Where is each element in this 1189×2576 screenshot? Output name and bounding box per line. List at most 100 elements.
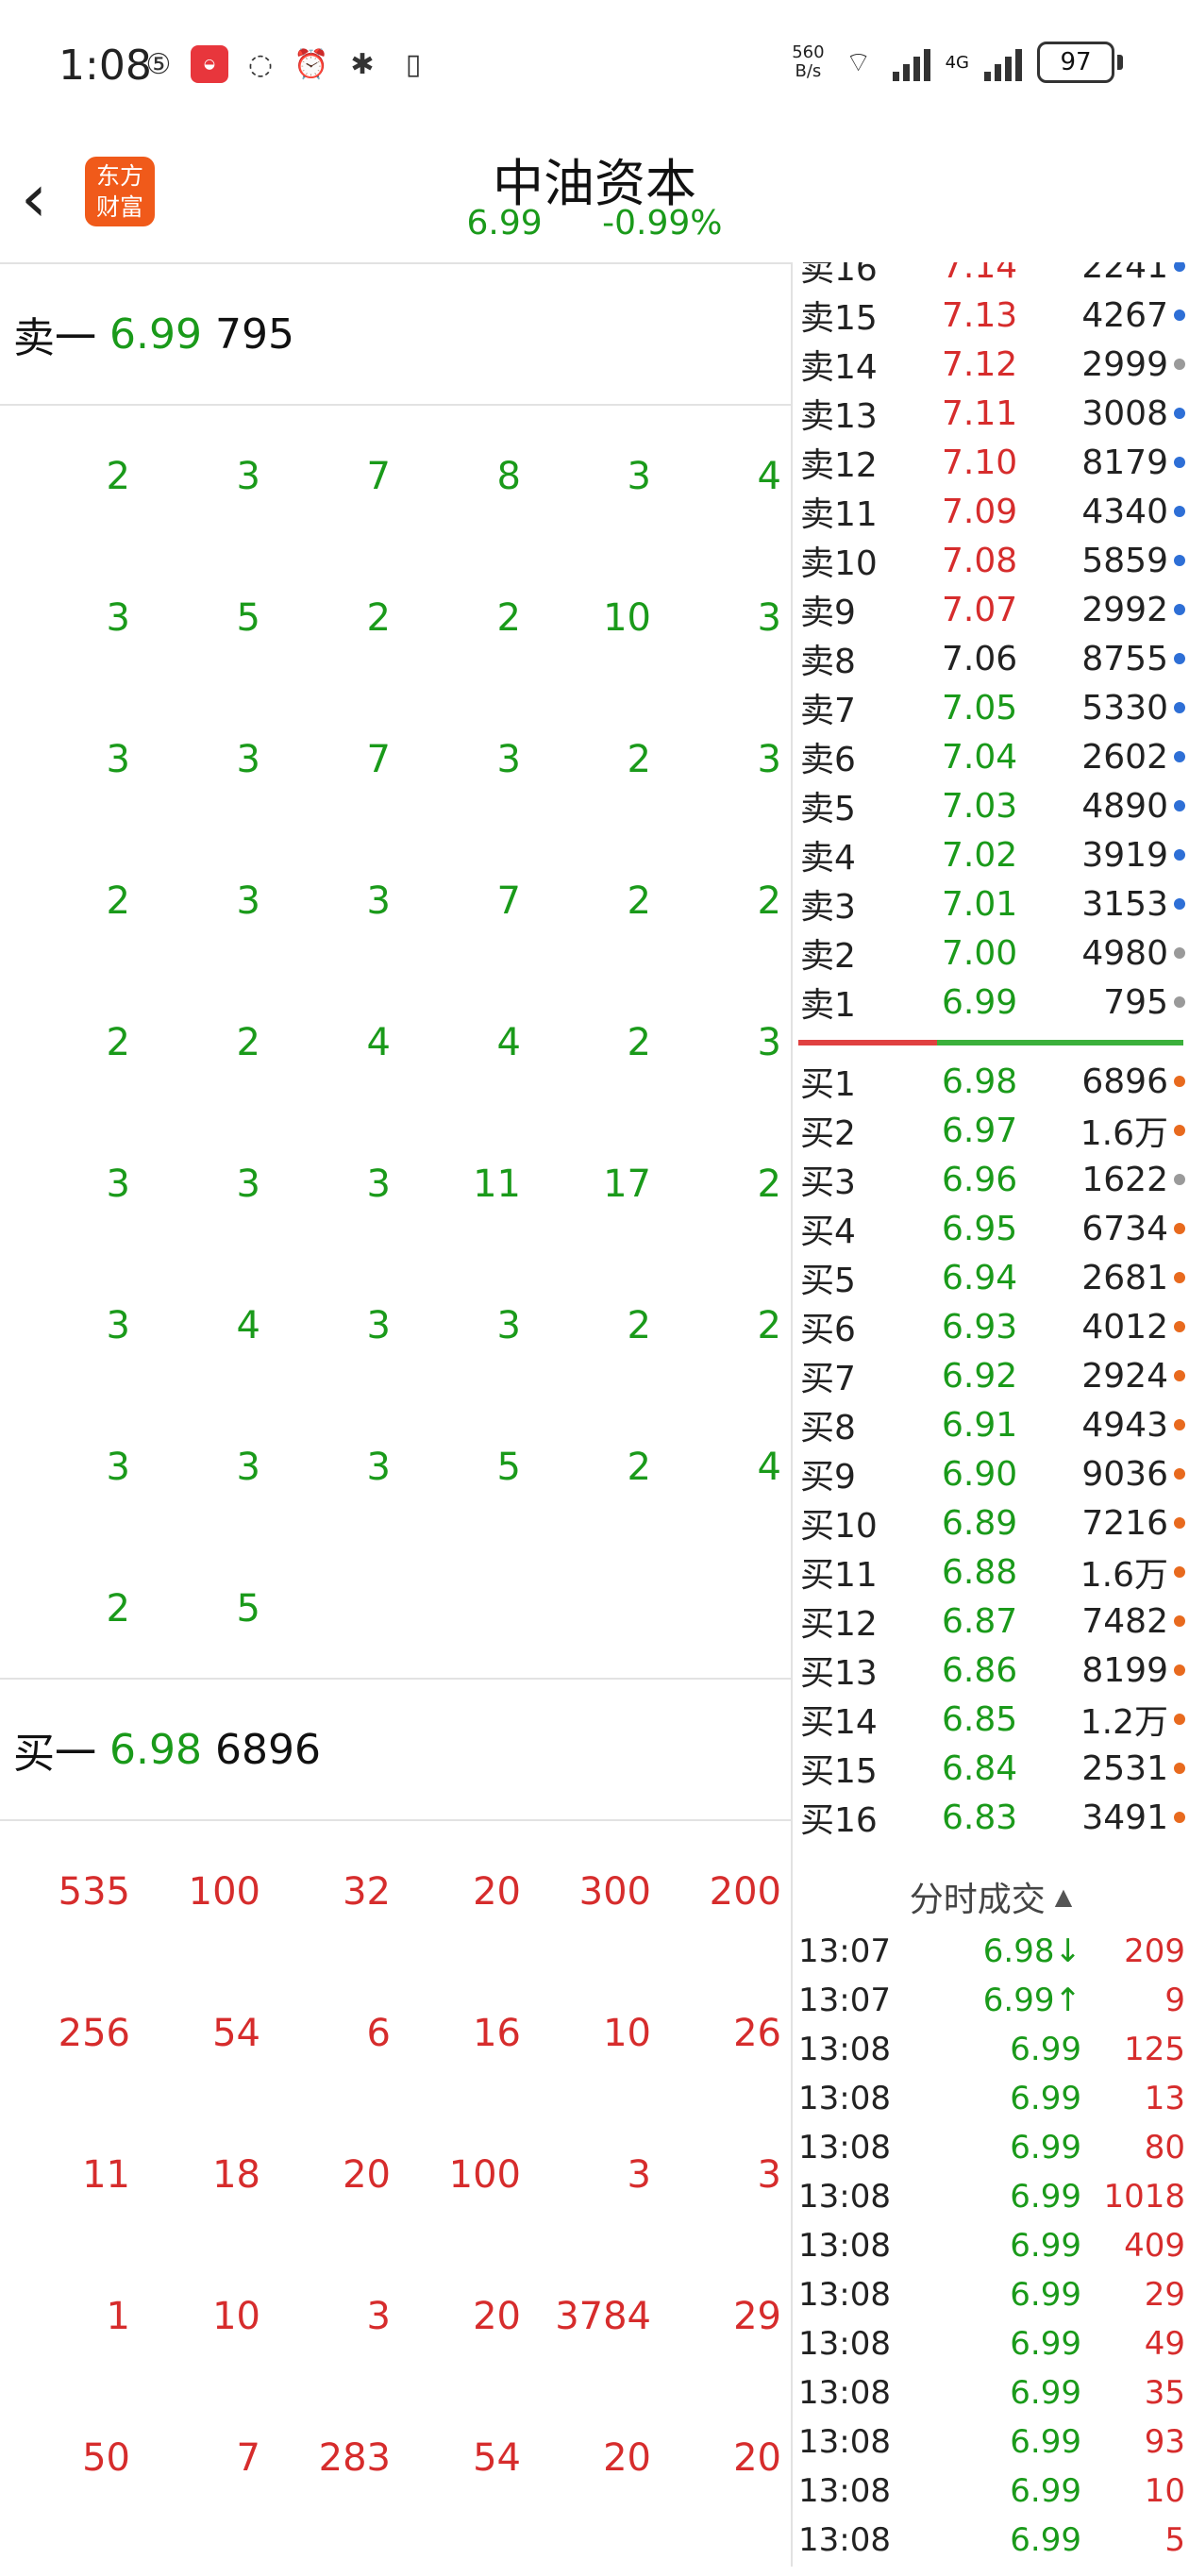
trade-volume: 125 [1124,2031,1185,2068]
signal-2-icon [984,43,1022,81]
queue-order-size: 20 [733,2436,781,2480]
buy-queue-grid: 535 100 32 20 300 200 256 54 6 16 10 26 11 18 20 100 3 3 1… [0,1821,791,2576]
queue-order-size: 54 [473,2436,521,2480]
collapse-arrow-icon[interactable]: ▲ [1055,1883,1072,1910]
queue-row: 3 3 3 11 17 2 [0,1113,791,1255]
level-label: 卖12 [800,446,878,485]
bid-level[interactable]: 买16 6.83 3491 [793,1793,1189,1842]
level-volume: 9036 [1081,1454,1168,1494]
ask-level[interactable]: 卖4 7.02 3919 [793,830,1189,879]
bid-level[interactable]: 买15 6.84 2531 [793,1744,1189,1793]
level-volume: 7216 [1081,1503,1168,1543]
queue-row: 11 18 20 100 3 3 [0,2104,791,2246]
level-dot-icon [1174,1664,1185,1676]
level-label: 买5 [800,1262,856,1300]
queue-order-size: 300 [578,1870,651,1914]
ask-level[interactable]: 卖5 7.03 4890 [793,781,1189,830]
bid-level[interactable]: 买9 6.90 9036 [793,1449,1189,1498]
bid-level[interactable]: 买1 6.98 6896 [793,1057,1189,1106]
queue-order-size: 4 [366,1021,391,1064]
level-price: 7.06 [942,639,1018,678]
level-volume: 3008 [1081,393,1168,433]
level-price: 6.87 [942,1601,1018,1641]
time-sales-title: 分时成交 [909,1881,1046,1919]
bid-level[interactable]: 买7 6.92 2924 [793,1351,1189,1400]
bluetooth-icon: ✱ [350,47,375,81]
ask-level[interactable]: 卖6 7.04 2602 [793,732,1189,781]
queue-order-size: 7 [366,455,391,498]
bid-level[interactable]: 买12 6.87 7482 [793,1597,1189,1646]
trade-row: 13:08 6.99 29 [793,2270,1189,2319]
queue-order-size: 11 [473,1163,521,1206]
trade-volume: 1018 [1103,2178,1185,2216]
ask-level[interactable]: 卖8 7.06 8755 [793,634,1189,683]
ask-level[interactable]: 卖2 7.00 4980 [793,928,1189,978]
ask-levels: 卖16 7.14 2241 卖15 7.13 4267 卖14 7.12 2999 卖13 7.11… [793,262,1189,1027]
ask-level[interactable]: 卖14 7.12 2999 [793,340,1189,389]
ask-level[interactable]: 卖9 7.07 2992 [793,585,1189,634]
ask-level[interactable]: 卖1 6.99 795 [793,978,1189,1027]
trade-row: 13:08 6.99 10 [793,2467,1189,2516]
trade-volume: 29 [1144,2276,1185,2314]
queue-row: 50 7 283 54 20 20 [0,2387,791,2529]
trade-time: 13:07 [798,1932,891,1970]
bid-level[interactable]: 买14 6.85 1.2万 [793,1695,1189,1744]
level-label: 卖1 [800,986,856,1025]
level-price: 7.07 [942,590,1018,629]
bid-level[interactable]: 买11 6.88 1.6万 [793,1547,1189,1597]
level-dot-icon [1174,947,1185,959]
ask-level[interactable]: 卖13 7.11 3008 [793,389,1189,438]
time-sales[interactable]: 分时成交 ▲ 13:07 6.98↓ 209 13:07 6.99↑ 9 13:08 6.99… [793,1866,1189,2565]
level-volume: 2241 [1081,262,1168,286]
level-price: 7.10 [942,443,1018,482]
level-price: 7.09 [942,492,1018,531]
trade-volume: 5 [1164,2521,1185,2559]
level-dot-icon [1174,1223,1185,1234]
queue-order-size: 100 [448,2153,521,2197]
queue-order-size: 2 [757,1163,781,1206]
time-sales-header[interactable]: 分时成交 ▲ [793,1866,1189,1927]
bid-level[interactable]: 买4 6.95 6734 [793,1204,1189,1253]
bid-level[interactable]: 买3 6.96 1622 [793,1155,1189,1204]
order-book[interactable]: 卖16 7.14 2241 卖15 7.13 4267 卖14 7.12 2999 卖13 7.11… [793,262,1189,1846]
queue-order-size: 4 [757,455,781,498]
bid-level[interactable]: 买8 6.91 4943 [793,1400,1189,1449]
bid-level[interactable]: 买2 6.97 1.6万 [793,1106,1189,1155]
trade-volume: 80 [1144,2129,1185,2166]
ask-level[interactable]: 卖12 7.10 8179 [793,438,1189,487]
net-speed: 560 B/s [792,43,824,81]
bid-level[interactable]: 买5 6.94 2681 [793,1253,1189,1302]
bid-level[interactable]: 买13 6.86 8199 [793,1646,1189,1695]
bid-level[interactable]: 买10 6.89 7216 [793,1498,1189,1547]
ask-level[interactable]: 卖10 7.08 5859 [793,536,1189,585]
level-label: 买2 [800,1114,856,1153]
queue-order-size: 20 [473,2295,521,2338]
queue-order-size: 10 [603,596,651,640]
queue-order-size: 4 [757,1446,781,1489]
level-dot-icon [1174,408,1185,419]
ask-level[interactable]: 卖3 7.01 3153 [793,879,1189,928]
trade-time: 13:08 [798,2325,891,2363]
bid-level[interactable]: 买6 6.93 4012 [793,1302,1189,1351]
level-price: 7.01 [942,884,1018,924]
queue-order-size: 7 [366,738,391,781]
queue-order-size: 2 [757,879,781,923]
queue-order-size: 54 [212,2012,260,2055]
queue-order-size: 535 [58,1870,130,1914]
ask-level[interactable]: 卖15 7.13 4267 [793,291,1189,340]
trade-price: 6.99 [1010,2129,1081,2166]
level-dot-icon [1174,1272,1185,1283]
net-speed-value: 560 [792,42,825,62]
ask-level[interactable]: 卖16 7.14 2241 [793,262,1189,291]
queue-order-size: 256 [58,2012,130,2055]
ask-level[interactable]: 卖11 7.09 4340 [793,487,1189,536]
level-label: 买7 [800,1360,856,1398]
level-price: 7.14 [942,262,1018,286]
trade-price: 6.99 [1010,2521,1081,2559]
level-price: 6.95 [942,1209,1018,1248]
queue-order-size: 10 [212,2295,260,2338]
queue-row: 2 3 7 8 3 4 [0,406,791,547]
level-label: 买10 [800,1507,878,1546]
level-label: 买8 [800,1409,856,1447]
ask-level[interactable]: 卖7 7.05 5330 [793,683,1189,732]
